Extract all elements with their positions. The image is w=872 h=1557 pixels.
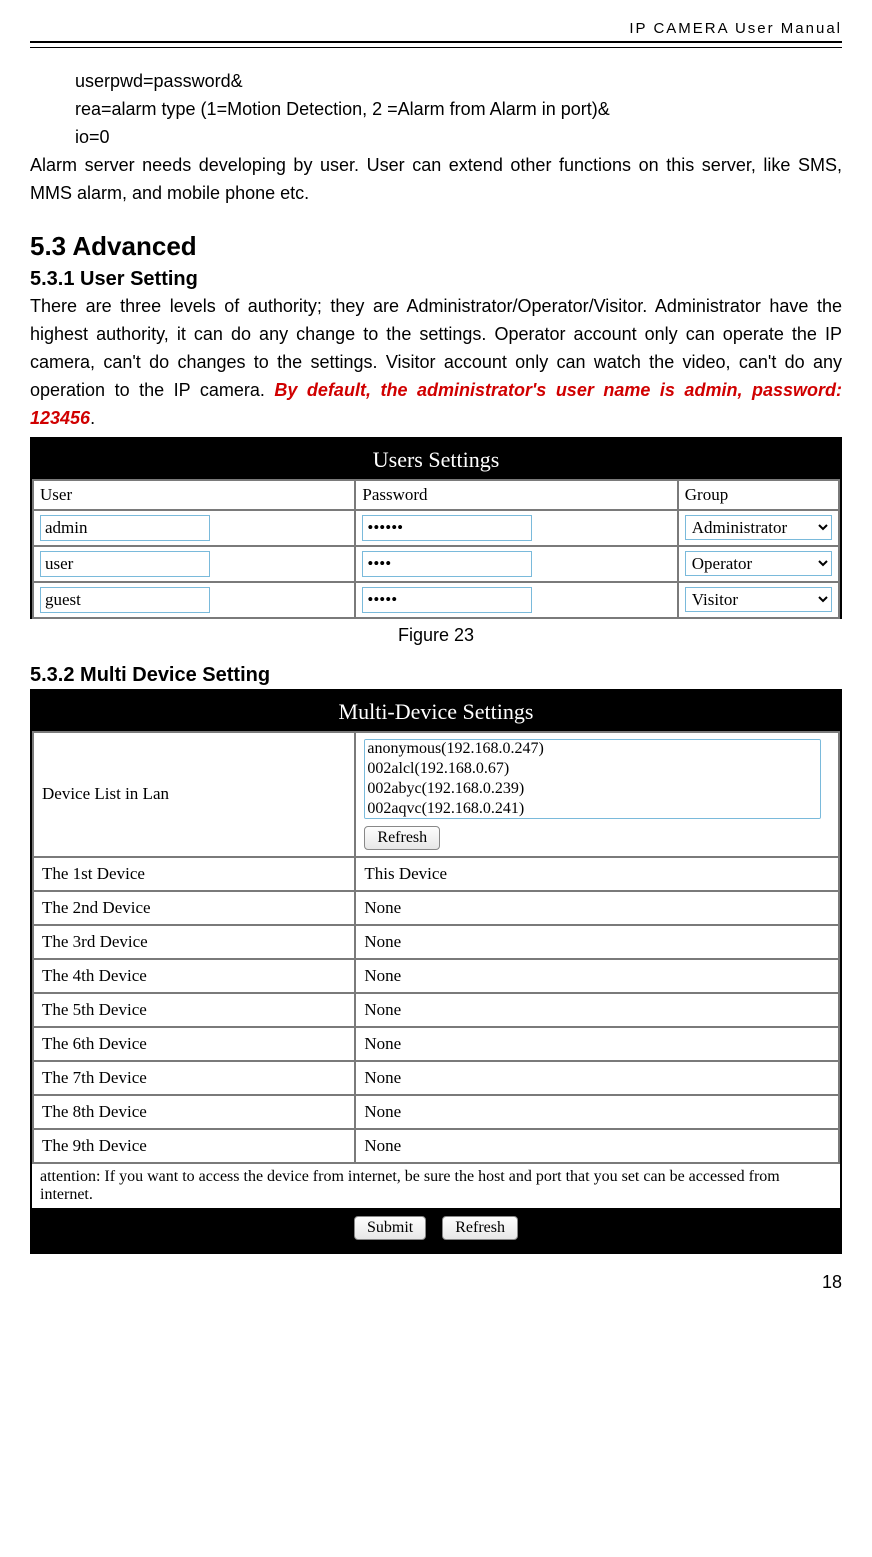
device-row-value: None [355, 959, 839, 993]
page-number: 18 [30, 1272, 842, 1293]
group-select-3[interactable]: Visitor [685, 587, 832, 612]
device-list-item[interactable]: 002alcl(192.168.0.67) [365, 760, 819, 780]
users-row-3: Visitor [33, 582, 839, 618]
device-row-7: The 7th DeviceNone [33, 1061, 839, 1095]
device-row-label: The 1st Device [33, 857, 355, 891]
device-row-value: None [355, 1027, 839, 1061]
figure-23-caption: Figure 23 [30, 625, 842, 646]
section-5-3-heading: 5.3 Advanced [30, 231, 842, 262]
users-header-password: Password [355, 480, 677, 510]
code-line-3: io=0 [30, 124, 842, 152]
device-row-6: The 6th DeviceNone [33, 1027, 839, 1061]
device-row-label: The 7th Device [33, 1061, 355, 1095]
device-list-box[interactable]: anonymous(192.168.0.247) 002alcl(192.168… [364, 739, 820, 819]
device-row-2: The 2nd DeviceNone [33, 891, 839, 925]
refresh-button-1[interactable]: Refresh [364, 826, 440, 850]
multi-device-table: Device List in Lan anonymous(192.168.0.2… [32, 731, 840, 1164]
device-row-label: The 9th Device [33, 1129, 355, 1163]
submit-button[interactable]: Submit [354, 1216, 426, 1240]
header-rule-2 [30, 47, 842, 48]
device-row-value: None [355, 925, 839, 959]
device-row-4: The 4th DeviceNone [33, 959, 839, 993]
device-row-value: This Device [355, 857, 839, 891]
device-row-1: The 1st DeviceThis Device [33, 857, 839, 891]
device-list-row: Device List in Lan anonymous(192.168.0.2… [33, 732, 839, 857]
user-input-2[interactable] [40, 551, 210, 577]
device-row-value: None [355, 993, 839, 1027]
users-header-user: User [33, 480, 355, 510]
device-row-5: The 5th DeviceNone [33, 993, 839, 1027]
header-rule-1 [30, 41, 842, 43]
multi-device-title: Multi-Device Settings [32, 691, 840, 731]
users-row-1: Administrator [33, 510, 839, 546]
users-header-row: User Password Group [33, 480, 839, 510]
user-setting-paragraph: There are three levels of authority; the… [30, 293, 842, 432]
user-input-1[interactable] [40, 515, 210, 541]
user-setting-text-tail: . [90, 408, 95, 428]
device-row-value: None [355, 1095, 839, 1129]
page: IP CAMERA User Manual userpwd=password& … [0, 0, 872, 1323]
users-settings-title: Users Settings [32, 439, 840, 479]
refresh-button-2[interactable]: Refresh [442, 1216, 518, 1240]
attention-note: attention: If you want to access the dev… [32, 1164, 840, 1208]
multi-device-button-row: Submit Refresh [32, 1208, 840, 1252]
users-header-group: Group [678, 480, 839, 510]
device-list-item[interactable]: 002aqvc(192.168.0.241) [365, 800, 819, 818]
multi-device-figure: Multi-Device Settings Device List in Lan… [30, 689, 842, 1254]
device-row-value: None [355, 1061, 839, 1095]
device-list-label: Device List in Lan [33, 732, 355, 857]
code-line-2: rea=alarm type (1=Motion Detection, 2 =A… [30, 96, 842, 124]
device-row-8: The 8th DeviceNone [33, 1095, 839, 1129]
device-row-3: The 3rd DeviceNone [33, 925, 839, 959]
device-row-label: The 4th Device [33, 959, 355, 993]
password-input-3[interactable] [362, 587, 532, 613]
device-list-item[interactable]: 002abyc(192.168.0.239) [365, 780, 819, 800]
device-row-label: The 8th Device [33, 1095, 355, 1129]
code-line-1: userpwd=password& [30, 68, 842, 96]
user-input-3[interactable] [40, 587, 210, 613]
group-select-2[interactable]: Operator [685, 551, 832, 576]
device-row-value: None [355, 891, 839, 925]
running-head: IP CAMERA User Manual [30, 20, 842, 37]
device-list-item[interactable]: anonymous(192.168.0.247) [365, 740, 819, 760]
device-row-label: The 2nd Device [33, 891, 355, 925]
device-row-label: The 3rd Device [33, 925, 355, 959]
alarm-server-paragraph: Alarm server needs developing by user. U… [30, 152, 842, 208]
section-5-3-2-heading: 5.3.2 Multi Device Setting [30, 664, 842, 687]
users-settings-figure: Users Settings User Password Group Admin… [30, 437, 842, 619]
device-row-label: The 5th Device [33, 993, 355, 1027]
device-row-9: The 9th DeviceNone [33, 1129, 839, 1163]
section-5-3-1-heading: 5.3.1 User Setting [30, 268, 842, 291]
password-input-1[interactable] [362, 515, 532, 541]
device-row-label: The 6th Device [33, 1027, 355, 1061]
group-select-1[interactable]: Administrator [685, 515, 832, 540]
users-row-2: Operator [33, 546, 839, 582]
device-row-value: None [355, 1129, 839, 1163]
users-settings-table: User Password Group Administrator Op [32, 479, 840, 619]
password-input-2[interactable] [362, 551, 532, 577]
